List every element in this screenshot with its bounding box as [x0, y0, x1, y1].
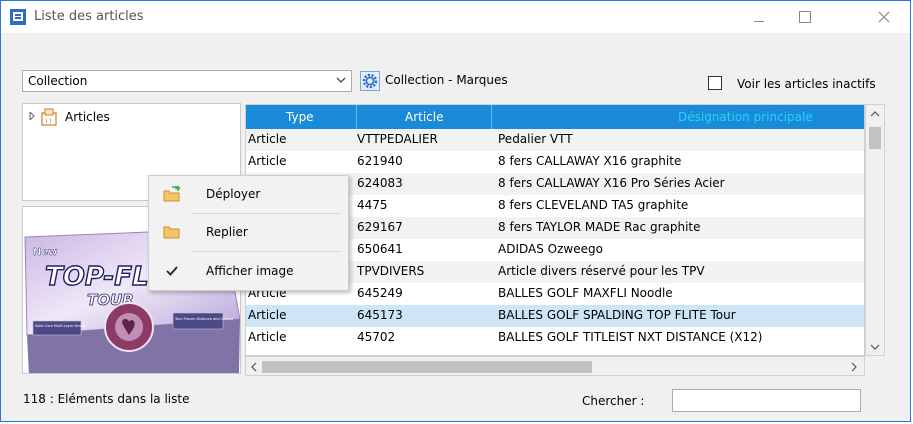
close-button[interactable]	[861, 1, 906, 33]
inactive-articles-checkbox[interactable]	[708, 76, 722, 90]
box-text-right: Tour Proven Distance and Control	[174, 317, 233, 321]
cell-article: 624083	[357, 176, 403, 190]
scroll-up-icon[interactable]	[870, 110, 880, 118]
menu-separator	[191, 251, 341, 252]
cell-type: Article	[248, 308, 287, 322]
cell-designation: 8 fers CALLAWAY X16 graphite	[498, 154, 682, 168]
context-menu: Déployer Replier Afficher image	[148, 175, 349, 291]
gear-icon[interactable]	[360, 71, 380, 91]
cell-type: Article	[248, 154, 287, 168]
cell-designation: Article divers réservé pour les TPV	[498, 264, 705, 278]
table-row[interactable]: Article 621940 8 fers CALLAWAY X16 graphit…	[246, 151, 864, 173]
cell-article: 621940	[357, 154, 403, 168]
horizontal-scroll-thumb[interactable]	[262, 361, 592, 373]
table-row[interactable]: Article 645173 BALLES GOLF SPALDING TOP FL…	[246, 305, 864, 327]
svg-text:I: I	[46, 118, 48, 125]
tree-expand-icon[interactable]	[28, 112, 36, 120]
chevron-down-icon	[336, 77, 346, 83]
menu-item-label: Afficher image	[206, 264, 294, 278]
box-text-left: Solid Core Multi-Layer Design	[35, 324, 87, 328]
cell-article: 645249	[357, 286, 403, 300]
menu-item-deployer[interactable]: Déployer	[149, 178, 348, 210]
folder-icon	[163, 226, 180, 239]
title-bar: Liste des articles	[1, 1, 910, 33]
app-icon	[10, 9, 26, 25]
cell-type: Article	[248, 330, 287, 344]
cell-article: 629167	[357, 220, 403, 234]
inactive-articles-label[interactable]: Voir les articles inactifs	[737, 77, 876, 91]
vertical-scroll-thumb[interactable]	[869, 127, 881, 149]
maximize-icon	[798, 11, 811, 23]
checkmark-icon	[166, 266, 178, 276]
cell-article: VTTPEDALIER	[357, 132, 438, 146]
table-row[interactable]: Article 45702 BALLES GOLF TITLEIST NXT DIS…	[246, 327, 864, 349]
box-brand-name: TOP-FL	[45, 262, 149, 292]
cell-designation: BALLES GOLF SPALDING TOP FLITE Tour	[498, 308, 736, 322]
cell-type: Article	[248, 132, 287, 146]
menu-item-label: Déployer	[206, 187, 261, 201]
cell-designation: BALLES GOLF MAXFLI Noodle	[498, 286, 673, 300]
cell-article: TPVDIVERS	[357, 264, 425, 278]
menu-item-replier[interactable]: Replier	[149, 216, 348, 248]
minimize-icon	[753, 20, 764, 22]
maximize-button[interactable]	[782, 1, 827, 33]
window-title: Liste des articles	[34, 9, 144, 24]
box-brand-new: New	[33, 247, 57, 258]
article-folder-icon: I I	[41, 108, 57, 126]
status-count: 118 : Eléments dans la liste	[23, 392, 190, 406]
tree-item-articles[interactable]: Articles	[65, 110, 110, 124]
search-label: Chercher :	[582, 394, 645, 408]
folder-expand-icon	[163, 185, 181, 202]
scroll-right-icon[interactable]	[850, 362, 858, 372]
cell-designation: Pedalier VTT	[498, 132, 573, 146]
table-header: Type Article Désignation principale	[246, 105, 864, 129]
column-header-designation[interactable]: Désignation principale	[678, 110, 813, 124]
cell-article: 645173	[357, 308, 403, 322]
column-header-article[interactable]: Article	[405, 110, 444, 124]
main-window: Liste des articles Collection Collection…	[0, 0, 911, 422]
cell-designation: 8 fers CALLAWAY X16 Pro Séries Acier	[498, 176, 725, 190]
menu-separator	[191, 213, 341, 214]
svg-text:I: I	[50, 118, 52, 125]
collection-select[interactable]: Collection	[22, 70, 352, 92]
collection-label: Collection - Marques	[385, 73, 508, 87]
cell-article: 650641	[357, 242, 403, 256]
cell-article: 45702	[357, 330, 396, 344]
menu-item-afficher-image[interactable]: Afficher image	[149, 255, 348, 287]
menu-item-label: Replier	[206, 225, 248, 239]
search-input[interactable]	[672, 389, 861, 412]
scroll-left-icon[interactable]	[250, 362, 258, 372]
vertical-scrollbar[interactable]	[865, 104, 885, 356]
cell-designation: 8 fers CLEVELAND TA5 graphite	[498, 198, 689, 212]
cell-designation: ADIDAS Ozweego	[498, 242, 603, 256]
close-icon	[878, 11, 889, 23]
column-header-type[interactable]: Type	[286, 110, 314, 124]
table-row[interactable]: Article VTTPEDALIER Pedalier VTT	[246, 129, 864, 151]
cell-designation: 8 fers TAYLOR MADE Rac graphite	[498, 220, 701, 234]
cell-designation: BALLES GOLF TITLEIST NXT DISTANCE (X12)	[498, 330, 763, 344]
cell-article: 4475	[357, 198, 388, 212]
collection-select-value: Collection	[28, 74, 88, 88]
horizontal-scrollbar[interactable]	[245, 356, 865, 376]
scroll-down-icon[interactable]	[870, 343, 880, 351]
minimize-button[interactable]	[736, 1, 781, 33]
